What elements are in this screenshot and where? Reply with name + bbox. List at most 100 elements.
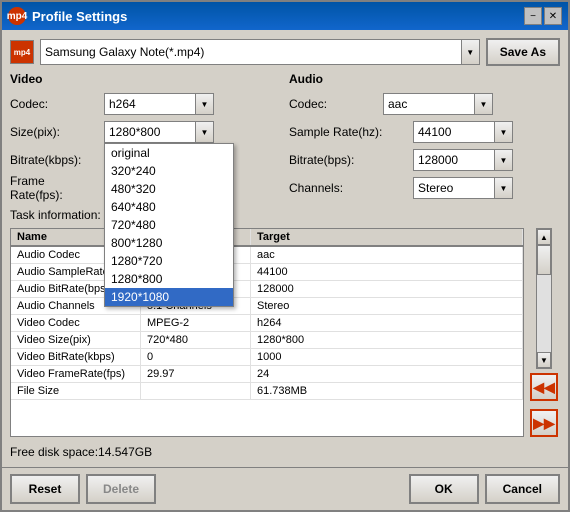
table-cell-name: Video Codec — [11, 315, 141, 331]
table-cell-name: Video BitRate(kbps) — [11, 349, 141, 365]
side-controls: ▲ ▼ ◀◀ ▶▶ — [528, 228, 560, 437]
table-cell-current: 0 — [141, 349, 251, 365]
audio-bitrate-label: Bitrate(bps): — [289, 153, 409, 167]
audio-channels-value: Stereo — [414, 181, 494, 195]
task-info: Task information: "Ch — [10, 208, 560, 222]
table-area: Name Current Target Audio Codec AC3 aac … — [10, 228, 560, 437]
audio-bitrate-row: Bitrate(bps): 128000 ▼ — [289, 148, 560, 172]
video-bitrate-label: Bitrate(kbps): — [10, 153, 100, 167]
profile-row: mp4 Samsung Galaxy Note(*.mp4) ▼ Save As — [10, 38, 560, 66]
audio-panel-title: Audio — [289, 72, 560, 86]
data-table: Name Current Target Audio Codec AC3 aac … — [10, 228, 524, 437]
table-cell-current: MPEG-2 — [141, 315, 251, 331]
table-cell-current: 720*480 — [141, 332, 251, 348]
video-size-arrow[interactable]: ▼ — [195, 122, 213, 142]
table-row: Video BitRate(kbps) 0 1000 — [11, 349, 523, 366]
next-nav-button[interactable]: ▶▶ — [530, 409, 558, 437]
video-size-dropdown-open[interactable]: original 320*240 480*320 640*480 720*480… — [104, 143, 234, 307]
profile-format-icon: mp4 — [10, 40, 34, 64]
table-header: Name Current Target — [11, 229, 523, 247]
table-row: Audio Codec AC3 aac — [11, 247, 523, 264]
video-codec-label: Codec: — [10, 97, 100, 111]
table-row: File Size 61.738MB — [11, 383, 523, 400]
audio-samplerate-value: 44100 — [414, 125, 494, 139]
table-cell-current — [141, 383, 251, 399]
bottom-left-buttons: Reset Delete — [10, 474, 156, 504]
audio-bitrate-arrow[interactable]: ▼ — [494, 150, 512, 170]
audio-channels-row: Channels: Stereo ▼ — [289, 176, 560, 200]
audio-codec-label: Codec: — [289, 97, 379, 111]
audio-samplerate-select[interactable]: 44100 ▼ — [413, 121, 513, 143]
audio-panel: Audio Codec: aac ▼ Sample Rate(hz): 4410… — [289, 72, 560, 200]
video-codec-row: Codec: h264 ▼ — [10, 92, 281, 116]
size-option-original[interactable]: original — [105, 144, 233, 162]
reset-button[interactable]: Reset — [10, 474, 80, 504]
size-option-640x480[interactable]: 640*480 — [105, 198, 233, 216]
size-option-1280x800[interactable]: 1280*800 — [105, 270, 233, 288]
size-option-800x1280[interactable]: 800*1280 — [105, 234, 233, 252]
free-disk-text: Free disk space:14.547GB — [10, 445, 152, 459]
audio-codec-arrow[interactable]: ▼ — [474, 94, 492, 114]
window-title: Profile Settings — [32, 9, 524, 24]
size-option-720x480[interactable]: 720*480 — [105, 216, 233, 234]
video-size-row: Size(pix): 1280*800 ▼ original 320*240 4… — [10, 120, 281, 144]
close-button[interactable]: ✕ — [544, 7, 562, 25]
scroll-down-button[interactable]: ▼ — [537, 352, 551, 368]
prev-nav-button[interactable]: ◀◀ — [530, 373, 558, 401]
table-cell-target: 128000 — [251, 281, 523, 297]
video-size-dropdown-container: 1280*800 ▼ original 320*240 480*320 640*… — [104, 121, 214, 143]
audio-samplerate-label: Sample Rate(hz): — [289, 125, 409, 139]
save-as-button[interactable]: Save As — [486, 38, 560, 66]
video-size-value: 1280*800 — [105, 125, 195, 139]
video-framerate-label: Frame Rate(fps): — [10, 174, 100, 202]
scrollbar[interactable]: ▲ ▼ — [536, 228, 552, 369]
video-size-select[interactable]: 1280*800 ▼ — [104, 121, 214, 143]
profile-select[interactable]: Samsung Galaxy Note(*.mp4) ▼ — [40, 39, 480, 65]
minimize-button[interactable]: − — [524, 7, 542, 25]
window-content: mp4 Samsung Galaxy Note(*.mp4) ▼ Save As… — [2, 30, 568, 467]
audio-codec-select[interactable]: aac ▼ — [383, 93, 493, 115]
audio-samplerate-row: Sample Rate(hz): 44100 ▼ — [289, 120, 560, 144]
title-bar-buttons: − ✕ — [524, 7, 562, 25]
scroll-thumb[interactable] — [537, 245, 551, 275]
ok-button[interactable]: OK — [409, 474, 479, 504]
table-cell-target: 1000 — [251, 349, 523, 365]
profile-value: Samsung Galaxy Note(*.mp4) — [41, 45, 461, 59]
audio-bitrate-select[interactable]: 128000 ▼ — [413, 149, 513, 171]
bottom-right-buttons: OK Cancel — [409, 474, 560, 504]
audio-channels-arrow[interactable]: ▼ — [494, 178, 512, 198]
table-cell-target: 24 — [251, 366, 523, 382]
size-option-320x240[interactable]: 320*240 — [105, 162, 233, 180]
table-cell-target: 1280*800 — [251, 332, 523, 348]
audio-channels-select[interactable]: Stereo ▼ — [413, 177, 513, 199]
delete-button[interactable]: Delete — [86, 474, 156, 504]
table-cell-target: h264 — [251, 315, 523, 331]
size-option-1920x1080[interactable]: 1920*1080 — [105, 288, 233, 306]
table-row: Audio SampleRate(hz) 48000 44100 — [11, 264, 523, 281]
size-option-480x320[interactable]: 480*320 — [105, 180, 233, 198]
profile-dropdown-arrow[interactable]: ▼ — [461, 40, 479, 64]
scroll-track — [537, 245, 551, 352]
audio-bitrate-value: 128000 — [414, 153, 494, 167]
cancel-button[interactable]: Cancel — [485, 474, 560, 504]
video-panel: Video Codec: h264 ▼ Size(pix): 1280*800 … — [10, 72, 281, 200]
table-body: Audio Codec AC3 aac Audio SampleRate(hz)… — [11, 247, 523, 400]
window-icon: mp4 — [8, 7, 26, 25]
video-codec-arrow[interactable]: ▼ — [195, 94, 213, 114]
video-panel-title: Video — [10, 72, 281, 86]
table-cell-name: File Size — [11, 383, 141, 399]
table-row: Video FrameRate(fps) 29.97 24 — [11, 366, 523, 383]
free-disk-info: Free disk space:14.547GB — [10, 445, 560, 459]
table-cell-target: 44100 — [251, 264, 523, 280]
audio-channels-label: Channels: — [289, 181, 409, 195]
video-size-label: Size(pix): — [10, 125, 100, 139]
scroll-up-button[interactable]: ▲ — [537, 229, 551, 245]
video-codec-select[interactable]: h264 ▼ — [104, 93, 214, 115]
table-header-target: Target — [251, 229, 523, 245]
table-cell-target: Stereo — [251, 298, 523, 314]
size-option-1280x720[interactable]: 1280*720 — [105, 252, 233, 270]
audio-codec-row: Codec: aac ▼ — [289, 92, 560, 116]
nav-buttons: ◀◀ ▶▶ — [528, 373, 560, 437]
audio-samplerate-arrow[interactable]: ▼ — [494, 122, 512, 142]
table-row: Video Codec MPEG-2 h264 — [11, 315, 523, 332]
